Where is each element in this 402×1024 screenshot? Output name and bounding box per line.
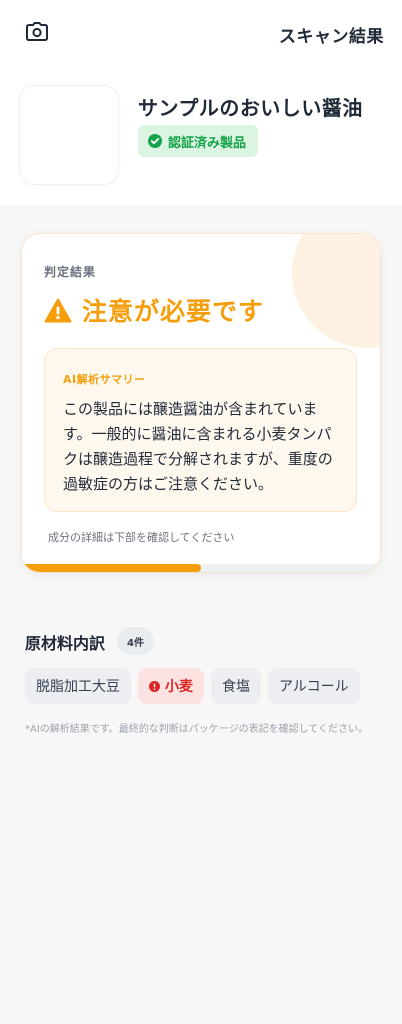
progress-bar (22, 564, 380, 572)
result-label: 判定結果 (44, 265, 97, 279)
progress-fill (22, 564, 201, 572)
product-name: サンプルのおいしい醤油 (138, 96, 363, 120)
ingredient-count-badge: 4件 (117, 627, 154, 655)
result-card: 判定結果 注意が必要です AI解析サマリー この製品には醸造醤油が含まれています… (22, 234, 380, 572)
warning-icon (44, 298, 72, 322)
result-status: 注意が必要です (44, 292, 264, 328)
ai-summary-body: この製品には醸造醤油が含まれています。一般的に醤油に含まれる小麦タンパクは醸造過… (63, 400, 333, 493)
ingredient-chip-label: アルコール (279, 679, 349, 695)
certified-badge-label: 認証済み製品 (168, 135, 247, 151)
certified-badge: 認証済み製品 (138, 125, 259, 157)
result-status-text: 注意が必要です (82, 297, 265, 326)
ingredient-chip-label: 食塩 (222, 679, 250, 695)
detail-note: 成分の詳細は下部を確認してください (48, 531, 235, 544)
product-image (20, 86, 118, 184)
screen-title: スキャン結果 (279, 27, 384, 47)
disclaimer-text: *AIの解析結果です。最終的な判断はパッケージの表記を確認してください。 (25, 724, 368, 735)
ingredients-title: 原材料内訳 (25, 634, 106, 653)
camera-icon (26, 22, 48, 41)
ingredient-chips: 脱脂加工大豆 小麦 食塩 アルコール (25, 668, 360, 704)
ai-summary-title: AI解析サマリー (63, 373, 146, 386)
ingredient-chip-label: 脱脂加工大豆 (36, 679, 120, 695)
ingredient-chip-allergen[interactable]: 小麦 (138, 668, 204, 704)
ai-summary-box: AI解析サマリー この製品には醸造醤油が含まれています。一般的に醤油に含まれる小… (44, 348, 357, 512)
ingredient-chip[interactable]: アルコール (268, 668, 360, 704)
decorative-circle (292, 234, 380, 348)
alert-icon (149, 680, 160, 692)
header: スキャン結果 サンプルのおいしい醤油 認証済み製品 (0, 0, 402, 205)
check-badge-icon (148, 134, 162, 148)
ingredient-chip-label: 小麦 (165, 679, 193, 695)
ingredient-chip[interactable]: 食塩 (211, 668, 261, 704)
ingredient-chip[interactable]: 脱脂加工大豆 (25, 668, 131, 704)
camera-button[interactable] (24, 20, 50, 44)
